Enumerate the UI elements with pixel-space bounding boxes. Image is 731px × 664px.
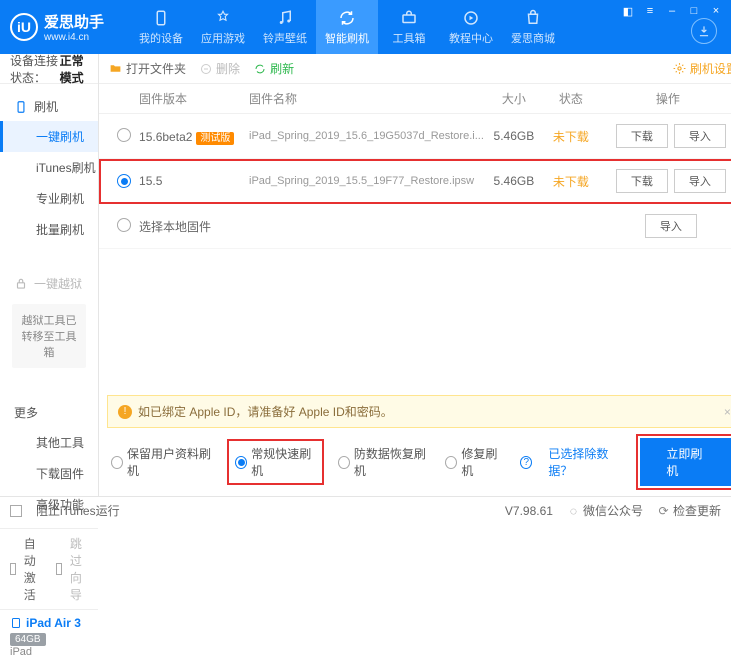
nav-store[interactable]: 爱思商城 bbox=[502, 0, 564, 54]
nav-my-device[interactable]: 我的设备 bbox=[130, 0, 192, 54]
device-card[interactable]: iPad Air 3 64GB iPad bbox=[0, 609, 98, 664]
brand-url: www.i4.cn bbox=[44, 32, 104, 43]
warning-icon: ! bbox=[118, 405, 132, 419]
row-radio[interactable] bbox=[117, 174, 131, 188]
opt-anti-recovery[interactable]: 防数据恢复刷机 bbox=[338, 445, 429, 479]
auto-activate-label: 自动激活 bbox=[24, 535, 42, 603]
nav-apps[interactable]: 应用游戏 bbox=[192, 0, 254, 54]
device-status: 设备连接状态：正常模式 bbox=[0, 54, 98, 84]
refresh-button[interactable]: 刷新 bbox=[254, 60, 294, 77]
brand-name: 爱思助手 bbox=[44, 11, 104, 32]
table-header: 固件版本 固件名称 大小 状态 操作 bbox=[99, 84, 731, 114]
opt-keep-data[interactable]: 保留用户资料刷机 bbox=[111, 445, 213, 479]
minimize-icon[interactable]: – bbox=[665, 4, 679, 18]
sidebar-item-download-fw[interactable]: 下载固件 bbox=[0, 458, 98, 489]
maximize-icon[interactable]: □ bbox=[687, 4, 701, 18]
sidebar-item-oneclick[interactable]: 一键刷机 bbox=[0, 121, 98, 152]
opt-normal-fast[interactable]: 常规快速刷机 bbox=[229, 441, 322, 483]
sidebar-item-pro[interactable]: 专业刷机 bbox=[0, 183, 98, 214]
import-button[interactable]: 导入 bbox=[674, 124, 726, 148]
download-button[interactable]: 下载 bbox=[616, 169, 668, 193]
sidebar-item-itunes[interactable]: iTunes刷机 bbox=[0, 152, 98, 183]
sidebar-group-more[interactable]: 更多 bbox=[0, 398, 98, 427]
import-button[interactable]: 导入 bbox=[645, 214, 697, 238]
row-radio[interactable] bbox=[117, 218, 131, 232]
close-warning-icon[interactable]: × bbox=[724, 405, 731, 419]
info-icon[interactable]: ? bbox=[520, 456, 532, 469]
nav-flash[interactable]: 智能刷机 bbox=[316, 0, 378, 54]
warning-bar: ! 如已绑定 Apple ID，请准备好 Apple ID和密码。 × bbox=[107, 395, 731, 428]
nav-tutorials[interactable]: 教程中心 bbox=[440, 0, 502, 54]
nav-toolbox[interactable]: 工具箱 bbox=[378, 0, 440, 54]
opt-repair[interactable]: 修复刷机 bbox=[445, 445, 504, 479]
close-icon[interactable]: × bbox=[709, 4, 723, 18]
import-button[interactable]: 导入 bbox=[674, 169, 726, 193]
download-button[interactable]: 下载 bbox=[616, 124, 668, 148]
sidebar-item-advanced[interactable]: 高级功能 bbox=[0, 489, 98, 520]
firmware-row[interactable]: 15.6beta2测试版 iPad_Spring_2019_15.6_19G50… bbox=[99, 114, 731, 159]
auto-activate-checkbox[interactable] bbox=[10, 563, 16, 575]
menu-icon[interactable]: ≡ bbox=[643, 4, 657, 18]
skin-icon[interactable]: ◧ bbox=[621, 4, 635, 18]
storage-badge: 64GB bbox=[10, 633, 46, 646]
skip-guide-checkbox[interactable] bbox=[56, 563, 62, 575]
open-folder-button[interactable]: 打开文件夹 bbox=[109, 60, 186, 77]
local-firmware-row[interactable]: 选择本地固件 导入 bbox=[99, 204, 731, 249]
sidebar-group-flash[interactable]: 刷机 bbox=[0, 92, 98, 121]
nav-ringtones[interactable]: 铃声壁纸 bbox=[254, 0, 316, 54]
skip-guide-label: 跳过向导 bbox=[70, 535, 88, 603]
downloads-icon[interactable] bbox=[691, 18, 717, 44]
delete-button[interactable]: 删除 bbox=[200, 60, 240, 77]
firmware-row[interactable]: 15.5 iPad_Spring_2019_15.5_19F77_Restore… bbox=[99, 159, 731, 204]
update-icon[interactable]: ⟳ bbox=[657, 504, 670, 517]
flash-now-button[interactable]: 立即刷机 bbox=[640, 438, 731, 486]
version-label: V7.98.61 bbox=[505, 504, 553, 518]
wechat-icon[interactable]: ◌ bbox=[567, 504, 580, 517]
sidebar-item-other[interactable]: 其他工具 bbox=[0, 427, 98, 458]
sidebar-group-jailbreak[interactable]: 一键越狱 bbox=[0, 269, 98, 298]
row-radio[interactable] bbox=[117, 128, 131, 142]
jailbreak-note: 越狱工具已转移至工具箱 bbox=[12, 304, 86, 368]
app-logo: iU bbox=[10, 13, 38, 41]
exclude-data-link[interactable]: 已选择除数据？ bbox=[548, 445, 624, 479]
flash-settings-button[interactable]: 刷机设置 bbox=[673, 60, 731, 77]
sidebar-item-batch[interactable]: 批量刷机 bbox=[0, 214, 98, 245]
